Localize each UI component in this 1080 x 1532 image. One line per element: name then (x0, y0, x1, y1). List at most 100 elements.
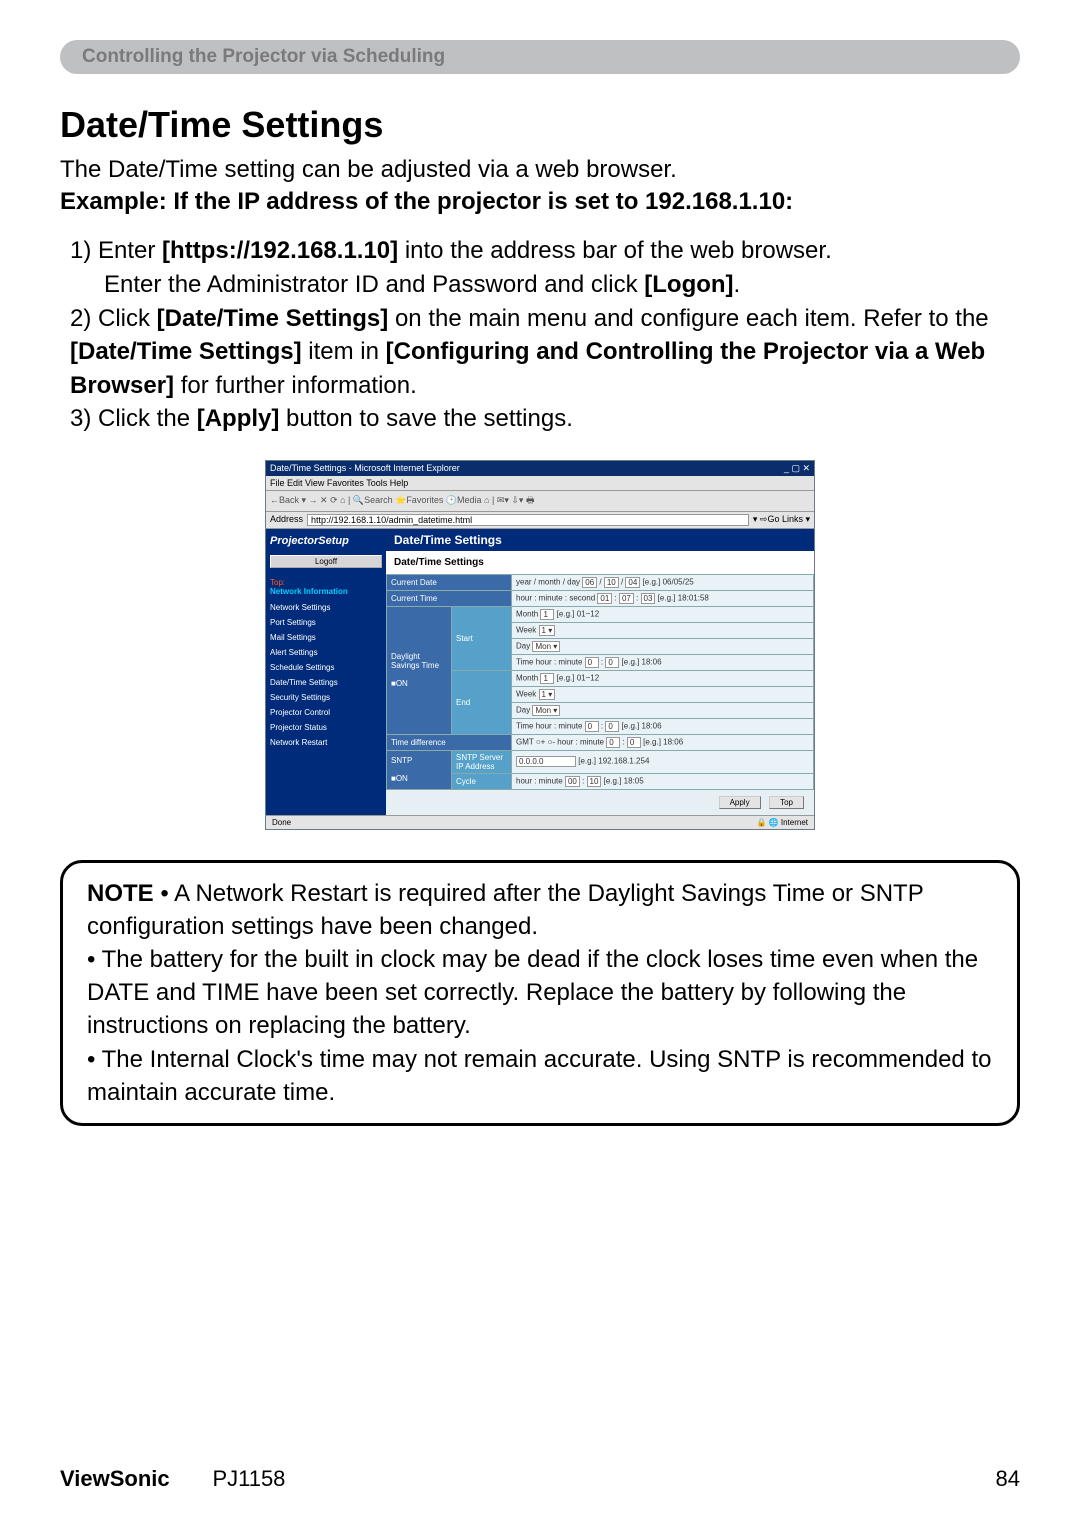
cycle-mn-input[interactable]: 10 (587, 776, 602, 787)
t-eg: [e.g.] 18:06 (622, 658, 662, 667)
row-current-time-label: Current Time (387, 590, 512, 606)
step3-text2: button to save the settings. (279, 405, 573, 432)
ie-status-bar: Done 🔒 🌐 Internet (266, 815, 814, 829)
w-lbl2: Week (516, 690, 536, 699)
top-button[interactable]: Top (769, 796, 804, 809)
note-bullet-2: • The battery for the built in clock may… (87, 946, 978, 1039)
dst-end-time[interactable]: Time hour : minute 0 : 0 [e.g.] 18:06 (512, 718, 814, 734)
step1-text: 1) Enter (70, 237, 162, 264)
address-label: Address (270, 514, 303, 526)
row-current-date-value[interactable]: year / month / day 06 / 10 / 04 [e.g.] 0… (512, 574, 814, 590)
year-input[interactable]: 06 (582, 577, 597, 588)
gmt-mn-input[interactable]: 0 (627, 737, 641, 748)
sntp-on-checkbox[interactable]: ■ON (391, 774, 408, 783)
app-sidebar: ProjectorSetup Logoff Top: Network Infor… (266, 529, 386, 815)
logoff-button[interactable]: Logoff (270, 555, 382, 568)
sidebar-item-security-settings[interactable]: Security Settings (270, 690, 382, 705)
browser-screenshot: Date/Time Settings - Microsoft Internet … (265, 460, 815, 830)
sntp-eg: [e.g.] 192.168.1.254 (578, 757, 649, 766)
sntp-ip-input[interactable]: 0.0.0.0 (516, 756, 576, 767)
sntp-server-label: SNTP Server IP Address (452, 750, 512, 773)
cycle-label: Cycle (452, 773, 512, 789)
status-done: Done (272, 818, 291, 827)
sec-input[interactable]: 03 (641, 593, 656, 604)
m-lbl: Month (516, 610, 538, 619)
sub-header: Date/Time Settings (386, 551, 814, 574)
row-sntp-label: SNTP ■ON (387, 750, 452, 789)
sidebar-item-alert-settings[interactable]: Alert Settings (270, 645, 382, 660)
start-hr-input[interactable]: 0 (585, 657, 599, 668)
address-input[interactable]: http://192.168.1.10/admin_datetime.html (307, 514, 749, 526)
projector-setup-logo: ProjectorSetup (270, 535, 382, 547)
hour-input[interactable]: 01 (597, 593, 612, 604)
ie-title-bar: Date/Time Settings - Microsoft Internet … (266, 461, 814, 476)
dst-start-day[interactable]: Day Mon ▾ (512, 638, 814, 654)
ie-toolbar[interactable]: ←Back ▾ → ✕ ⟳ ⌂ | 🔍Search ⭐Favorites 🕑Me… (266, 491, 814, 512)
sidebar-item-mail-settings[interactable]: Mail Settings (270, 630, 382, 645)
ie-window-controls[interactable]: _ ▢ ✕ (784, 463, 810, 474)
sidebar-item-network-settings[interactable]: Network Settings (270, 600, 382, 615)
w-lbl: Week (516, 626, 536, 635)
ie-address-bar[interactable]: Address http://192.168.1.10/admin_dateti… (266, 512, 814, 529)
dst-on-checkbox[interactable]: ■ON (391, 679, 408, 688)
step2-dt: [Date/Time Settings] (157, 305, 389, 332)
end-hr-input[interactable]: 0 (585, 721, 599, 732)
d-lbl2: Day (516, 706, 530, 715)
step2-text2: on the main menu and configure each item… (388, 305, 988, 332)
go-links[interactable]: ▾ ⇨Go Links ▾ (753, 514, 810, 526)
dst-end-label: End (452, 670, 512, 734)
footer-page-number: 84 (996, 1466, 1020, 1492)
start-day-select[interactable]: Mon ▾ (532, 641, 560, 652)
intro-text: The Date/Time setting can be adjusted vi… (60, 154, 1020, 186)
sidebar-item-projector-status[interactable]: Projector Status (270, 720, 382, 735)
sidebar-item-network-restart[interactable]: Network Restart (270, 735, 382, 750)
start-month-input[interactable]: 1 (540, 609, 554, 620)
sidebar-network-info[interactable]: Network Information (270, 587, 382, 596)
dst-start-month[interactable]: Month 1 [e.g.] 01~12 (512, 606, 814, 622)
sidebar-item-schedule-settings[interactable]: Schedule Settings (270, 660, 382, 675)
gmt-hr-input[interactable]: 0 (606, 737, 620, 748)
step1-dot: . (734, 271, 741, 298)
m-eg: [e.g.] 01~12 (557, 610, 599, 619)
end-mn-input[interactable]: 0 (605, 721, 619, 732)
ie-menu-bar[interactable]: File Edit View Favorites Tools Help (266, 476, 814, 491)
sidebar-item-datetime-settings[interactable]: Date/Time Settings (270, 675, 382, 690)
cd-prefix: year / month / day (516, 578, 580, 587)
dst-end-day[interactable]: Day Mon ▾ (512, 702, 814, 718)
step3-apply: [Apply] (197, 405, 280, 432)
step2-text4: for further information. (174, 372, 417, 399)
app-main: Date/Time Settings Date/Time Settings Cu… (386, 529, 814, 815)
dst-end-week[interactable]: Week 1 ▾ (512, 686, 814, 702)
row-timediff-value[interactable]: GMT ○+ ○- hour : minute 0 : 0 [e.g.] 18:… (512, 734, 814, 750)
row-dst-label: Daylight Savings Time ■ON (387, 606, 452, 734)
page-title: Date/Time Settings (60, 104, 1020, 146)
day-input[interactable]: 04 (625, 577, 640, 588)
cycle-hr-input[interactable]: 00 (565, 776, 580, 787)
cycle-value[interactable]: hour : minute 00 : 10 [e.g.] 18:05 (512, 773, 814, 789)
gmt-lbl: GMT ○+ ○- hour : minute (516, 738, 604, 747)
apply-button[interactable]: Apply (719, 796, 761, 809)
cd-eg: [e.g.] 06/05/25 (643, 578, 694, 587)
row-current-time-value[interactable]: hour : minute : second 01 : 07 : 03 [e.g… (512, 590, 814, 606)
end-month-input[interactable]: 1 (540, 673, 554, 684)
start-week-select[interactable]: 1 ▾ (539, 625, 556, 636)
m-lbl2: Month (516, 674, 538, 683)
dst-start-time[interactable]: Time hour : minute 0 : 0 [e.g.] 18:06 (512, 654, 814, 670)
dst-start-week[interactable]: Week 1 ▾ (512, 622, 814, 638)
row-current-date-label: Current Date (387, 574, 512, 590)
month-input[interactable]: 10 (604, 577, 619, 588)
t-eg2: [e.g.] 18:06 (622, 722, 662, 731)
sidebar-item-projector-control[interactable]: Projector Control (270, 705, 382, 720)
end-day-select[interactable]: Mon ▾ (532, 705, 560, 716)
section-header: Controlling the Projector via Scheduling (60, 40, 1020, 74)
end-week-select[interactable]: 1 ▾ (539, 689, 556, 700)
dst-end-month[interactable]: Month 1 [e.g.] 01~12 (512, 670, 814, 686)
footer-brand: ViewSonic (60, 1466, 170, 1491)
t-lbl: Time hour : minute (516, 658, 582, 667)
sidebar-top-label: Top: (270, 578, 382, 587)
min-input[interactable]: 07 (619, 593, 634, 604)
sntp-server-value[interactable]: 0.0.0.0 [e.g.] 192.168.1.254 (512, 750, 814, 773)
sidebar-item-port-settings[interactable]: Port Settings (270, 615, 382, 630)
status-internet: 🔒 🌐 Internet (757, 818, 809, 827)
start-mn-input[interactable]: 0 (605, 657, 619, 668)
